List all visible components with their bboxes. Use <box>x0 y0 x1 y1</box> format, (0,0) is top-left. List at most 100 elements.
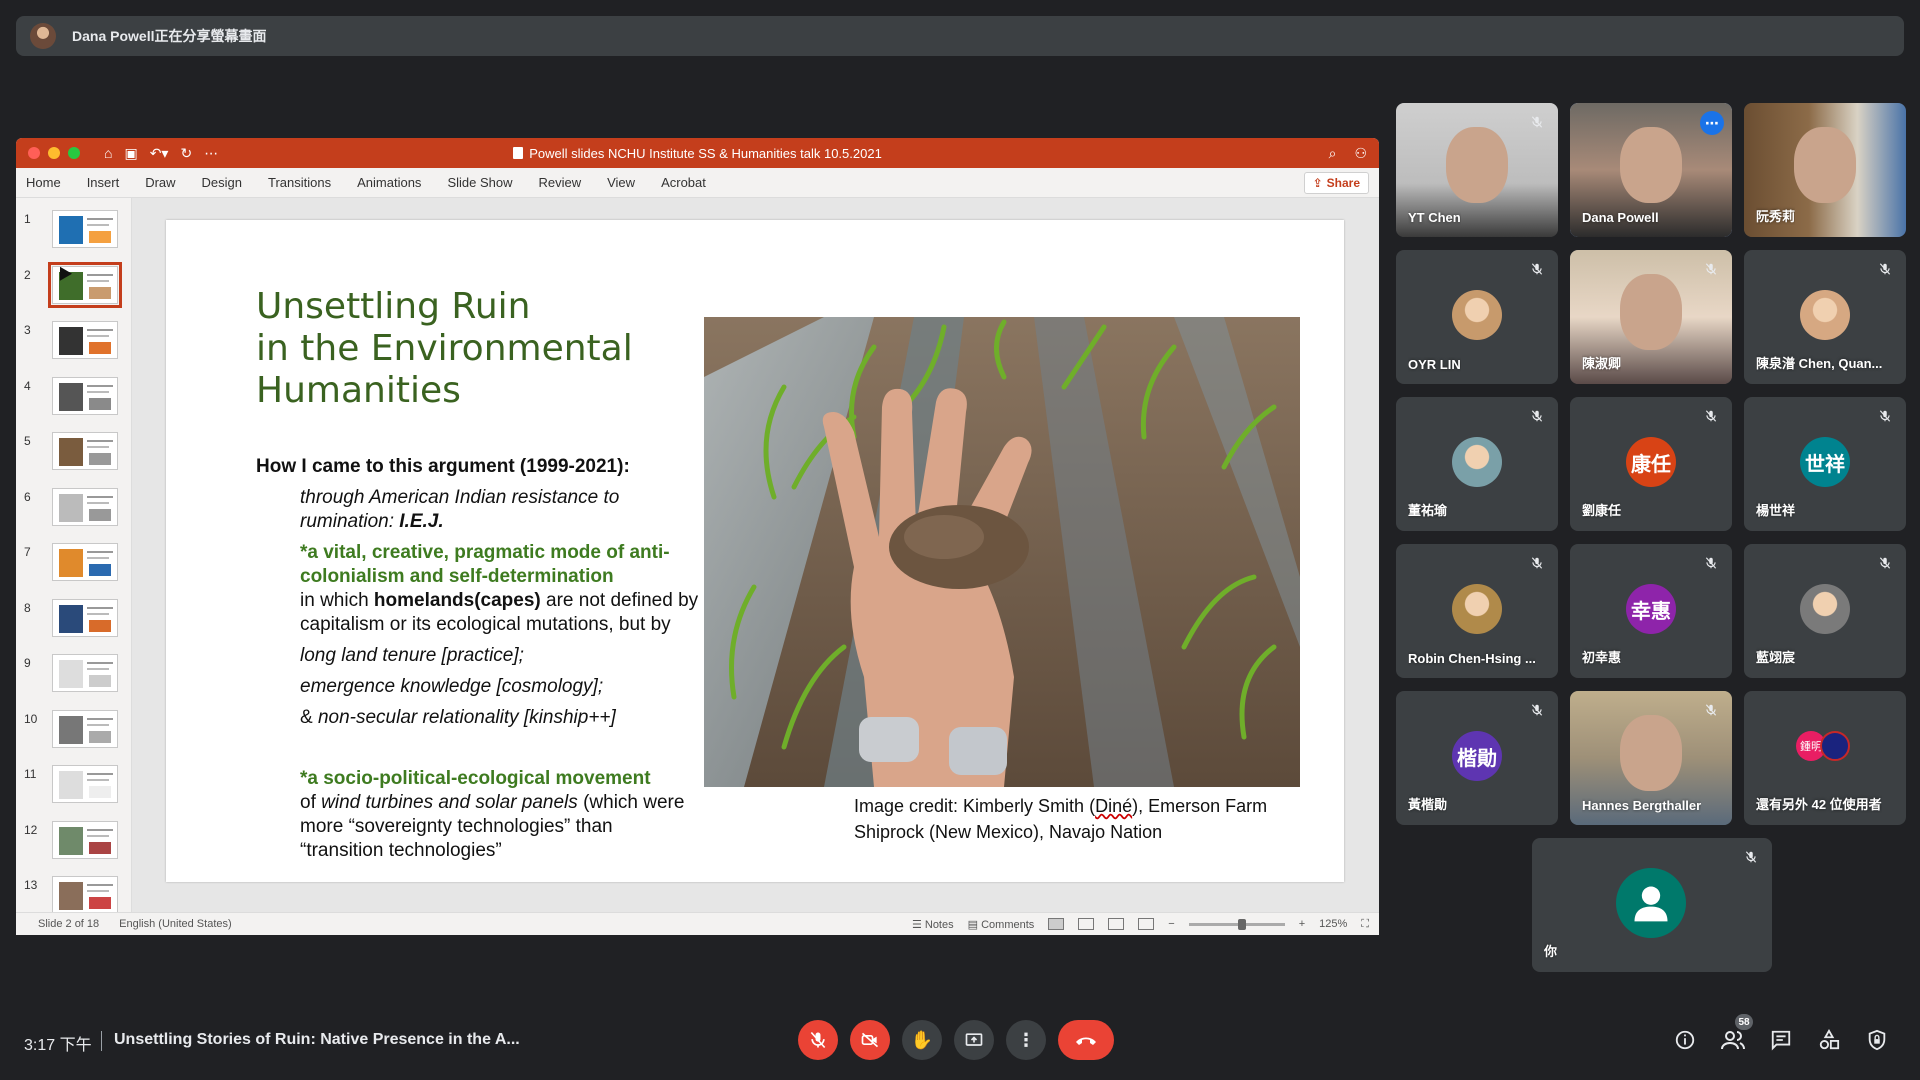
slide-thumbnail[interactable]: 3 <box>16 321 131 377</box>
notes-icon: ☰ <box>911 918 922 931</box>
slide-number: 3 <box>24 323 31 337</box>
slide-thumbnail[interactable]: 10 <box>16 709 131 766</box>
slide-thumbnail[interactable]: 9 <box>16 654 131 710</box>
save-icon[interactable]: ▣ <box>124 145 137 162</box>
participant-tile[interactable]: 楷勛 黃楷勛 <box>1396 691 1558 825</box>
participant-tile[interactable]: 阮秀莉 <box>1744 103 1906 237</box>
slide-thumbnail-preview <box>52 432 118 470</box>
zoom-slider-thumb[interactable] <box>1237 918 1246 930</box>
slide-thumbnail[interactable]: 2 <box>16 261 131 322</box>
slide-thumbnail[interactable]: 6 <box>16 487 131 544</box>
tab-home[interactable]: Home <box>26 175 61 190</box>
tab-view[interactable]: View <box>607 175 635 190</box>
tab-draw[interactable]: Draw <box>145 175 175 190</box>
participant-tile[interactable]: 幸惠 初幸惠 <box>1570 544 1732 678</box>
chat-button[interactable] <box>1767 1026 1795 1054</box>
participant-tile[interactable]: 康任 劉康任 <box>1570 397 1732 531</box>
zoom-level[interactable]: 125% <box>1319 918 1347 930</box>
camera-toggle-button[interactable] <box>850 1020 890 1060</box>
participant-name: 陳泉潽 Chen, Quan... <box>1756 356 1883 371</box>
participant-options-button[interactable]: ⋯ <box>1700 111 1724 135</box>
minimize-window-button[interactable] <box>48 147 60 159</box>
participant-tile[interactable]: 董祐瑜 <box>1396 397 1558 531</box>
participant-face <box>1620 127 1682 204</box>
tab-transitions[interactable]: Transitions <box>268 175 331 190</box>
zoom-window-button[interactable] <box>68 147 80 159</box>
fit-to-window-icon[interactable]: ⛶ <box>1361 918 1369 931</box>
present-screen-button[interactable] <box>954 1020 994 1060</box>
bullet-text: in which <box>300 590 374 611</box>
slide-thumbnail[interactable]: 13 <box>16 876 131 912</box>
tab-animations[interactable]: Animations <box>357 175 421 190</box>
zoom-slider[interactable] <box>1188 918 1285 930</box>
language-indicator[interactable]: English (United States) <box>119 918 232 930</box>
participant-name: 阮秀莉 <box>1756 209 1796 224</box>
slide-thumbnail[interactable]: 7 <box>16 543 131 599</box>
search-icon[interactable]: ⌕ <box>1329 145 1337 162</box>
hand-with-soil-image <box>704 317 1300 787</box>
mic-toggle-button[interactable] <box>798 1020 838 1060</box>
host-controls-button[interactable] <box>1863 1026 1891 1054</box>
raise-hand-button[interactable]: ✋ <box>902 1020 942 1060</box>
slide-thumbnail[interactable]: 5 <box>16 432 131 488</box>
participant-tile[interactable]: OYR LIN <box>1396 250 1558 384</box>
slide-title-line: Unsettling Ruin <box>256 286 531 327</box>
other-participants-avatars: 鍾明 <box>1796 731 1856 761</box>
tab-slide-show[interactable]: Slide Show <box>447 175 512 190</box>
muted-mic-icon <box>1874 405 1896 427</box>
slide-thumbnail[interactable]: 12 <box>16 820 131 877</box>
zoom-out-button[interactable]: − <box>1168 918 1174 930</box>
comments-button[interactable]: ▤ Comments <box>968 918 1035 931</box>
activities-button[interactable] <box>1815 1026 1843 1054</box>
slide-thumbnail-preview <box>52 820 118 859</box>
tab-insert[interactable]: Insert <box>87 175 120 190</box>
slide-thumbnail-preview <box>52 598 118 637</box>
participant-tile[interactable]: Robin Chen-Hsing ... <box>1396 544 1558 678</box>
tab-design[interactable]: Design <box>202 175 242 190</box>
participant-tile[interactable]: ⋯ Dana Powell <box>1570 103 1732 237</box>
end-call-button[interactable] <box>1058 1020 1114 1060</box>
close-window-button[interactable] <box>28 147 40 159</box>
participant-tile[interactable]: Hannes Bergthaller <box>1570 691 1732 825</box>
people-button[interactable]: 58 <box>1719 1014 1753 1054</box>
share-people-icon[interactable]: ⚇ <box>1354 145 1367 162</box>
slide-thumbnail[interactable]: 4 <box>16 376 131 433</box>
participant-tile[interactable]: 陳淑卿 <box>1570 250 1732 384</box>
redo-icon[interactable]: ↻ <box>180 145 192 162</box>
slide-thumbnail-preview <box>52 210 118 248</box>
zoom-in-button[interactable]: + <box>1299 918 1305 930</box>
slide-sorter-button[interactable] <box>1078 918 1095 930</box>
participant-tile[interactable]: 陳泉潽 Chen, Quan... <box>1744 250 1906 384</box>
participant-tile[interactable]: 世祥 楊世祥 <box>1744 397 1906 531</box>
slide-thumbnail[interactable]: 11 <box>16 765 131 821</box>
participant-name: 黃楷勛 <box>1408 797 1448 812</box>
notes-button[interactable]: ☰ Notes <box>912 918 954 931</box>
meeting-info-button[interactable] <box>1671 1026 1699 1054</box>
participant-photo-avatar <box>1452 437 1502 487</box>
participant-tile[interactable]: 藍翊宸 <box>1744 544 1906 678</box>
home-icon[interactable]: ⌂ <box>104 145 112 162</box>
reading-view-button[interactable] <box>1108 918 1125 930</box>
more-icon[interactable]: ⋯ <box>204 145 218 162</box>
slide-thumbnail[interactable]: 8 <box>16 598 131 655</box>
share-button[interactable]: ⇪ Share <box>1303 172 1369 194</box>
ppt-document-title: Powell slides NCHU Institute SS & Humani… <box>16 146 1379 161</box>
participant-tile[interactable]: 你 <box>1532 838 1772 972</box>
undo-icon[interactable]: ↶▾ <box>150 145 169 162</box>
normal-view-button[interactable] <box>1048 918 1065 930</box>
slideshow-button[interactable] <box>1138 918 1155 930</box>
participant-tile[interactable]: 鍾明 還有另外 42 位使用者 <box>1744 691 1906 825</box>
bullet-text: *a socio-political-ecological movement <box>300 768 651 789</box>
document-title-text: Powell slides NCHU Institute SS & Humani… <box>529 145 882 161</box>
chat-icon <box>1771 1030 1791 1051</box>
more-options-button[interactable]: ⋮ <box>1006 1020 1046 1060</box>
participant-avatar: 康任 <box>1626 437 1676 487</box>
participant-photo-avatar <box>1800 584 1850 634</box>
tab-acrobat[interactable]: Acrobat <box>661 175 706 190</box>
participant-tile[interactable]: YT Chen <box>1396 103 1558 237</box>
tab-review[interactable]: Review <box>538 175 581 190</box>
slide-heading: How I came to this argument (1999-2021): <box>256 456 630 477</box>
participant-photo-avatar <box>1452 290 1502 340</box>
slide-thumbnail[interactable]: 1 <box>16 210 131 266</box>
participant-photo-avatar <box>1452 584 1502 634</box>
